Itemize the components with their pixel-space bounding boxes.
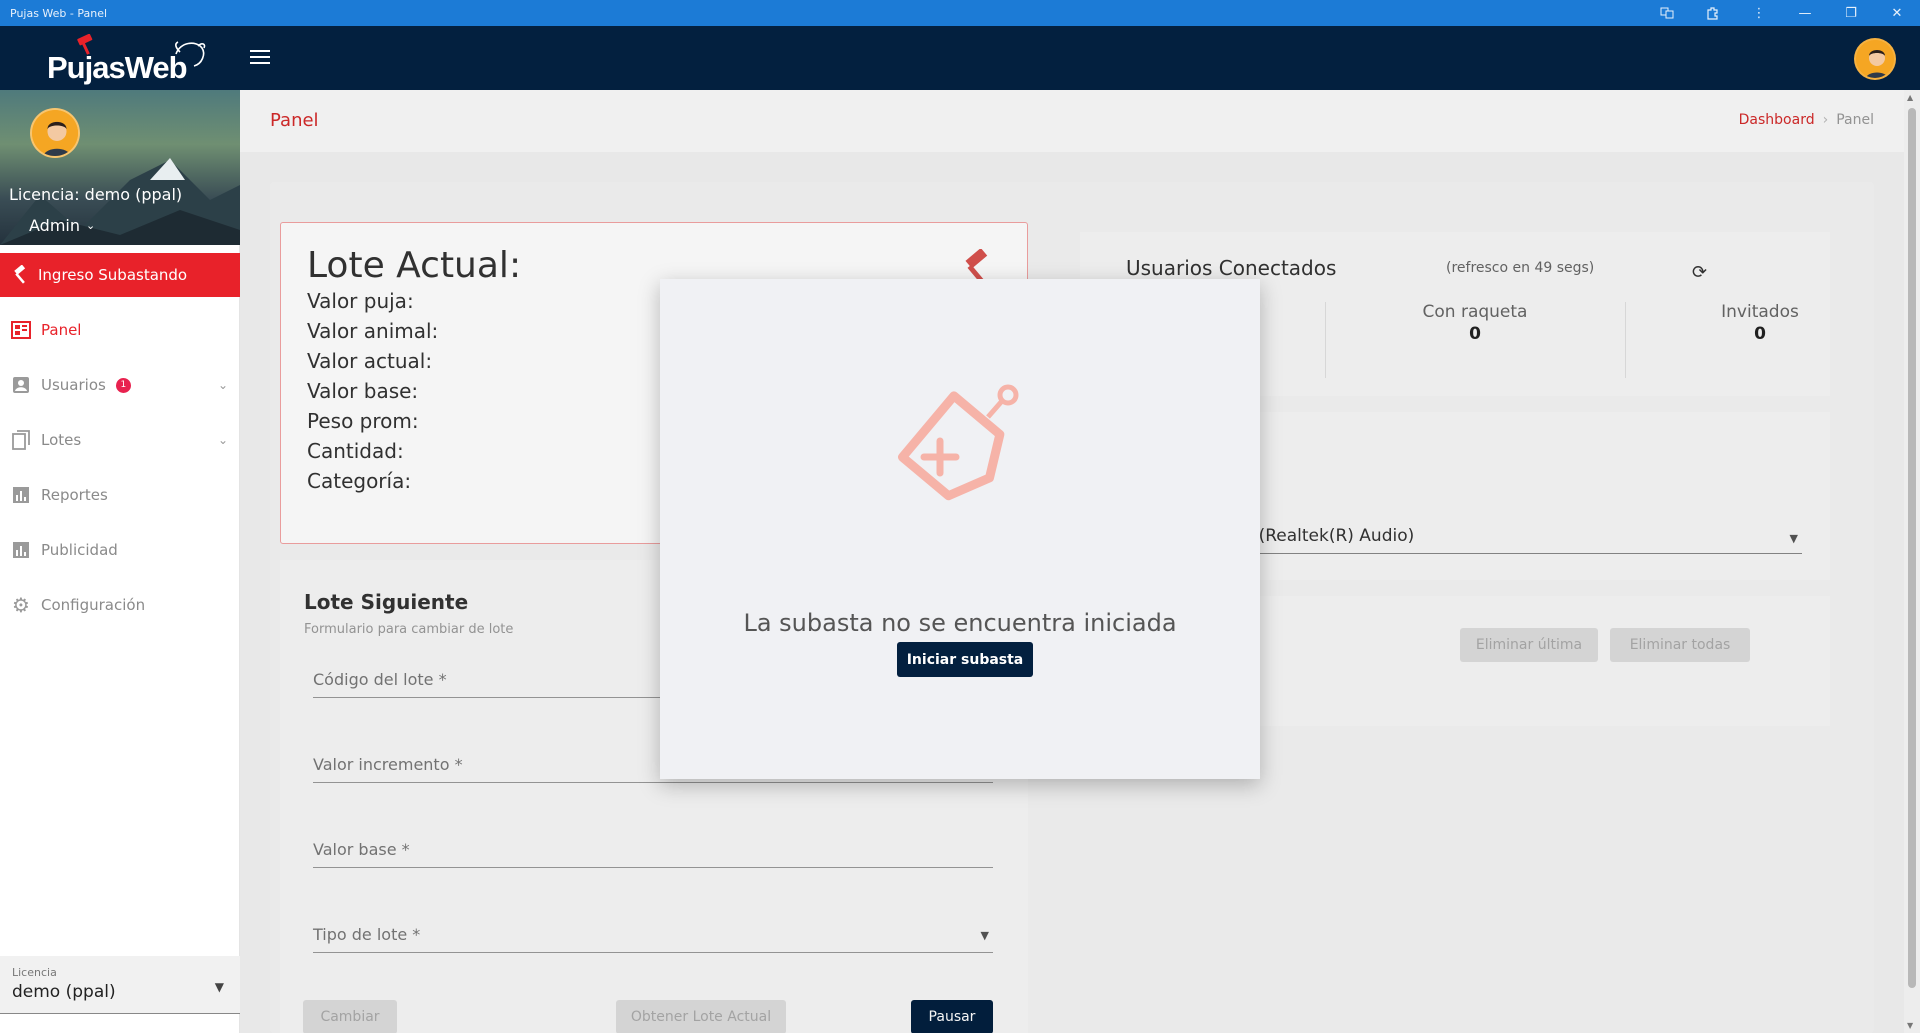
pujasweb-logo[interactable]: PujasWeb <box>44 34 214 85</box>
profile-role: Admin <box>29 216 80 235</box>
sidebar-item-label: Usuarios <box>41 376 106 394</box>
chevron-down-icon: ⌄ <box>217 433 228 447</box>
profile-avatar[interactable] <box>30 108 80 158</box>
translate-icon[interactable] <box>1644 0 1690 26</box>
bar-chart-icon <box>11 486 31 504</box>
minimize-icon[interactable]: — <box>1782 0 1828 26</box>
scroll-down-icon[interactable]: ▼ <box>1907 1021 1913 1030</box>
gear-icon: ⚙ <box>12 593 30 617</box>
profile-license: Licencia: demo (ppal) <box>9 185 183 204</box>
iniciar-subasta-button[interactable]: Iniciar subasta <box>897 642 1033 677</box>
sidebar: Licencia: demo (ppal) Admin ⌄ Ingreso Su… <box>0 90 240 1033</box>
dropdown-arrow-icon: ▼ <box>214 980 224 994</box>
sidebar-item-label: Lotes <box>41 431 82 449</box>
copy-icon <box>11 430 31 450</box>
dashboard-icon <box>11 321 31 339</box>
chevron-down-icon: ⌄ <box>86 219 96 232</box>
sidebar-item-label: Publicidad <box>41 541 118 559</box>
page-scrollbar[interactable]: ▲ ▼ <box>1904 90 1920 1033</box>
extensions-icon[interactable] <box>1690 0 1736 26</box>
user-card-icon <box>11 376 31 394</box>
restore-icon[interactable]: ❐ <box>1828 0 1874 26</box>
license-select-value: demo (ppal) <box>12 982 116 1002</box>
license-select-label: Licencia <box>12 966 57 979</box>
price-tag-plus-icon <box>897 384 1019 501</box>
scrollbar-thumb[interactable] <box>1908 108 1916 988</box>
bull-logo-icon <box>175 41 206 67</box>
close-icon[interactable]: ✕ <box>1874 0 1920 26</box>
sidebar-item-label: Configuración <box>41 596 146 614</box>
notification-badge: 1 <box>115 377 131 393</box>
modal-message: La subasta no se encuentra iniciada <box>743 609 1177 637</box>
gavel-icon <box>10 265 30 285</box>
sidebar-item-publicidad[interactable]: Publicidad <box>0 528 240 572</box>
chevron-down-icon: ⌄ <box>217 378 228 392</box>
scroll-up-icon[interactable]: ▲ <box>1907 93 1913 102</box>
sidebar-item-label: Panel <box>41 321 82 339</box>
window-controls: ⋮ — ❐ ✕ <box>1644 0 1920 26</box>
sidebar-item-lotes[interactable]: Lotes ⌄ <box>0 418 240 462</box>
sidebar-profile: Licencia: demo (ppal) Admin ⌄ <box>0 90 240 245</box>
sidebar-item-label: Reportes <box>41 486 108 504</box>
bar-chart-icon <box>11 541 31 559</box>
sidebar-item-ingreso-subastando[interactable]: Ingreso Subastando <box>0 253 240 297</box>
more-options-icon[interactable]: ⋮ <box>1736 0 1782 26</box>
profile-role-menu[interactable]: Admin ⌄ <box>29 216 95 235</box>
menu-toggle-icon[interactable] <box>250 50 270 66</box>
sidebar-item-reportes[interactable]: Reportes <box>0 473 240 517</box>
sidebar-item-usuarios[interactable]: Usuarios 1 ⌄ <box>0 363 240 407</box>
user-avatar[interactable] <box>1854 38 1896 80</box>
window-titlebar: Pujas Web - Panel ⋮ — ❐ ✕ <box>0 0 1920 26</box>
app-bar: PujasWeb <box>0 26 1920 90</box>
logo-text: PujasWeb <box>47 50 188 85</box>
auction-not-started-modal: La subasta no se encuentra iniciada Inic… <box>660 279 1260 779</box>
sidebar-item-configuracion[interactable]: ⚙ Configuración <box>0 583 240 627</box>
sidebar-item-label: Ingreso Subastando <box>38 266 188 284</box>
sidebar-item-panel[interactable]: Panel <box>0 308 240 352</box>
window-title: Pujas Web - Panel <box>10 6 108 20</box>
license-select[interactable]: Licencia demo (ppal) ▼ <box>0 956 240 1014</box>
